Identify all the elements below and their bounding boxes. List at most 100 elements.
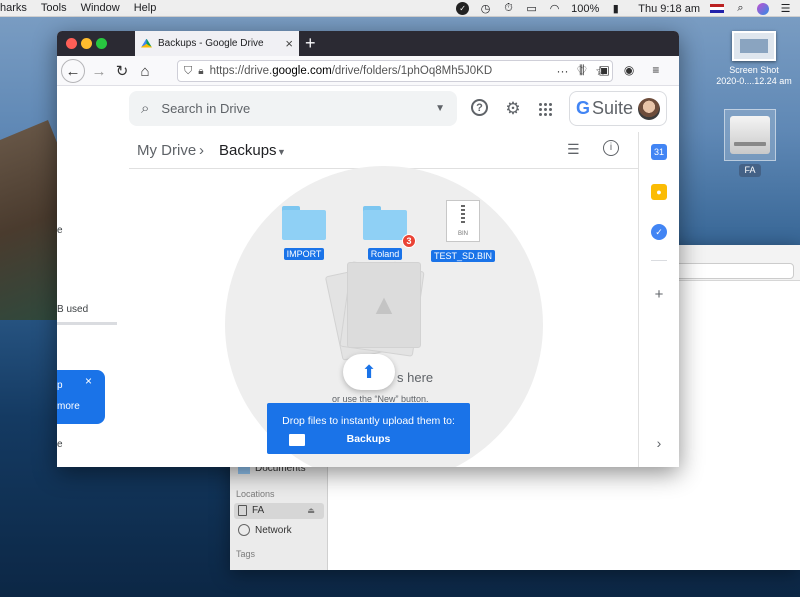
nav-text-fragment: e [57,225,63,236]
list-view-icon[interactable]: ☰ [567,141,580,158]
time-machine-icon[interactable]: ◷ [479,2,492,15]
folder-icon [282,206,326,240]
breadcrumb-current-folder[interactable]: Backups [219,142,277,159]
add-addon-icon[interactable]: + [651,286,667,303]
new-tab-button[interactable]: + [305,33,316,53]
file-name-label: Roland [367,248,403,260]
search-options-chevron-icon[interactable]: ▼ [435,103,445,114]
calendar-icon[interactable]: 31 [651,144,667,160]
toast-target-folder: Backups [346,433,391,445]
back-button[interactable]: ← [61,59,85,83]
status-check-icon[interactable]: ✓ [456,2,470,15]
screenshot-thumbnail-icon [732,31,776,61]
gsuite-account-button[interactable]: G Suite [569,91,667,126]
sidebar-item-label: Network [255,524,292,536]
airplay-icon[interactable]: ▭ [525,2,538,15]
screenshot-label-line2: 2020-0....12.24 am [716,76,792,86]
menu-help[interactable]: Help [127,2,164,14]
storage-used-text: B used [57,304,89,315]
battery-percent: 100% [571,2,600,15]
drive-header: ⌕ Search in Drive ▼ ? ⚙ G Suite [57,86,667,132]
toast-message: Drop files to instantly upload them to: [282,415,455,427]
keep-icon[interactable]: ● [651,184,667,200]
search-icon: ⌕ [141,100,150,117]
upload-drop-toast: Drop files to instantly upload them to: … [267,403,470,454]
notification-center-icon[interactable]: ☰ [779,2,792,15]
google-drive-favicon-icon [141,38,152,48]
siri-icon[interactable] [757,2,769,15]
hamburger-menu-icon[interactable]: ≡ [652,63,659,78]
sidebar-toggle-icon[interactable]: ▣ [599,63,610,78]
drive-search-input[interactable]: ⌕ Search in Drive ▼ [129,91,457,126]
tab-backups[interactable]: Backups - Google Drive × [135,31,299,56]
zoom-window-button[interactable] [96,38,107,49]
battery-icon[interactable]: ▮ [609,2,622,15]
mac-menubar: harks Tools Window Help ✓ ◷ ⏱ ▭ ◠ 100% ▮… [0,0,800,17]
file-item[interactable]: BIN TEST_SD.BIN [428,200,498,262]
finder-search-field[interactable] [674,263,794,279]
promo-card[interactable]: p more × [57,370,105,424]
breadcrumb-my-drive[interactable]: My Drive [137,142,196,159]
details-info-icon[interactable]: i [603,140,619,156]
file-grid-dropzone[interactable]: IMPORT 3 Roland BIN TEST_SD.BIN ▲ ⬆ s he… [129,166,638,467]
help-icon[interactable]: ? [471,99,488,116]
tasks-icon[interactable]: ✓ [651,224,667,240]
tracking-shield-icon[interactable]: ⛉ [184,65,192,78]
page-actions-icon[interactable]: ··· [556,64,568,78]
wifi-icon[interactable]: ◠ [548,2,561,15]
folder-item[interactable]: IMPORT [279,206,329,260]
close-window-button[interactable] [66,38,77,49]
menu-tools[interactable]: Tools [34,2,74,14]
firefox-window: Backups - Google Drive × + ← → ↻ ⌂ ⛉ 🔒︎ … [57,31,679,467]
locations-header: Locations [236,489,275,499]
tab-strip: Backups - Google Drive × + [57,31,679,56]
menubar-clock[interactable]: Thu 9:18 am [638,3,700,15]
eject-icon[interactable]: ⏏ [307,506,315,515]
breadcrumb: My Drive › Backups ▼ ☰ i [129,132,638,169]
storage-bar [57,322,117,325]
flag-icon[interactable] [710,4,724,13]
folder-menu-chevron-down-icon[interactable]: ▼ [277,147,286,157]
external-drive-icon [724,109,776,161]
promo-close-icon[interactable]: × [85,374,92,388]
search-placeholder: Search in Drive [161,101,251,116]
settings-gear-icon[interactable]: ⚙ [503,99,523,119]
expand-panel-chevron-icon[interactable]: › [651,435,667,451]
nav-text-fragment: e [57,439,63,450]
sidebar-item-network[interactable]: Network [238,524,292,536]
desktop-screenshot-file[interactable]: Screen Shot 2020-0....12.24 am [714,31,794,87]
sidebar-item-fa[interactable]: FA ⏏ [238,505,315,516]
gsuite-g-logo: G [576,98,591,118]
folder-item[interactable]: 3 Roland [360,206,416,260]
desktop-fa-drive[interactable]: FA [722,109,778,177]
close-tab-icon[interactable]: × [285,36,293,51]
url-text: https://drive.google.com/drive/folders/1… [209,65,493,77]
google-apps-icon[interactable] [535,99,555,119]
google-drive-page: ⌕ Search in Drive ▼ ? ⚙ G Suite e B used… [57,86,679,467]
reload-button[interactable]: ↻ [110,59,134,83]
breadcrumb-separator: › [199,142,204,159]
file-name-label: IMPORT [283,248,325,260]
promo-text: p [57,380,63,391]
home-button[interactable]: ⌂ [133,59,157,83]
lock-icon[interactable]: 🔒︎ [198,66,203,77]
drop-files-heading: s here [397,370,434,385]
account-icon[interactable]: ◉ [624,63,634,78]
forward-button[interactable]: → [87,59,111,83]
spotlight-search-icon[interactable]: ⌕ [734,2,747,15]
minimize-window-button[interactable] [81,38,92,49]
menu-bookmarks[interactable]: harks [0,2,34,14]
menu-window[interactable]: Window [74,2,127,14]
tags-header: Tags [236,549,256,559]
file-name-label: TEST_SD.BIN [430,250,495,262]
timer-icon[interactable]: ⏱ [502,2,515,15]
network-globe-icon [238,524,250,536]
library-icon[interactable]: ⫼ [579,63,585,78]
promo-learn-more-link[interactable]: more [57,401,80,412]
tab-title: Backups - Google Drive [158,38,264,49]
avatar[interactable] [638,97,660,120]
notification-badge: 3 [402,234,416,248]
address-bar[interactable]: ⛉ 🔒︎ https://drive.google.com/drive/fold… [177,60,613,82]
rail-divider [651,260,667,261]
zip-file-icon: BIN [446,200,480,242]
